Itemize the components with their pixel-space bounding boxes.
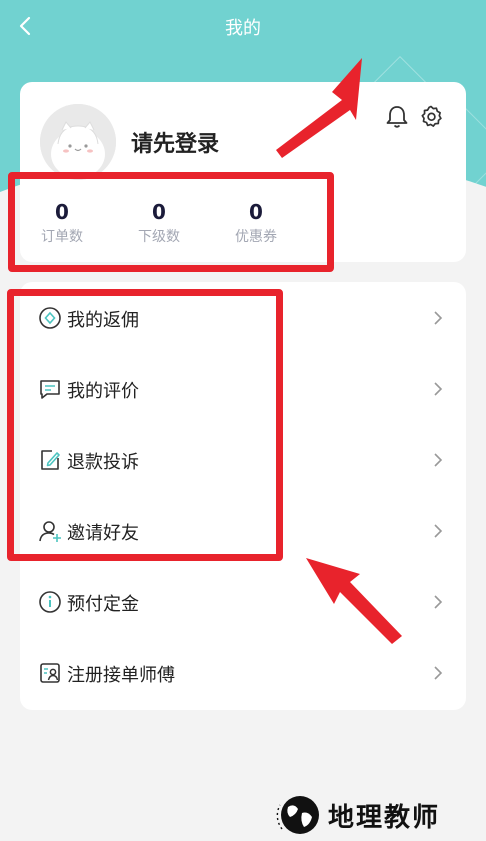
highlight-box-menu: [7, 289, 283, 561]
menu-item-label: 注册接单师傅: [67, 665, 175, 686]
deposit-icon: [39, 591, 61, 613]
chevron-right-icon: [434, 453, 443, 467]
top-bar: 我的: [0, 0, 486, 54]
highlight-box-stats: [8, 172, 334, 272]
chevron-right-icon: [434, 595, 443, 609]
page-title: 我的: [225, 18, 261, 39]
watermark: 地理教师: [276, 791, 476, 837]
register-master-icon: [40, 663, 60, 683]
watermark-text: 地理教师: [328, 803, 441, 833]
gear-icon[interactable]: [418, 104, 444, 130]
chevron-right-icon: [434, 524, 443, 538]
avatar-robot-icon: [40, 104, 116, 180]
globe-logo-icon: [276, 796, 319, 834]
chevron-right-icon: [434, 382, 443, 396]
menu-item-label: 预付定金: [67, 594, 139, 615]
chevron-right-icon: [434, 666, 443, 680]
login-prompt[interactable]: 请先登录: [131, 126, 219, 158]
menu-item-register-master[interactable]: 注册接单师傅: [20, 651, 466, 695]
avatar[interactable]: [40, 104, 116, 180]
bell-icon[interactable]: [384, 104, 410, 130]
annotation-arrow: [306, 558, 402, 644]
annotation-arrow: [276, 58, 362, 158]
chevron-right-icon: [434, 311, 443, 325]
